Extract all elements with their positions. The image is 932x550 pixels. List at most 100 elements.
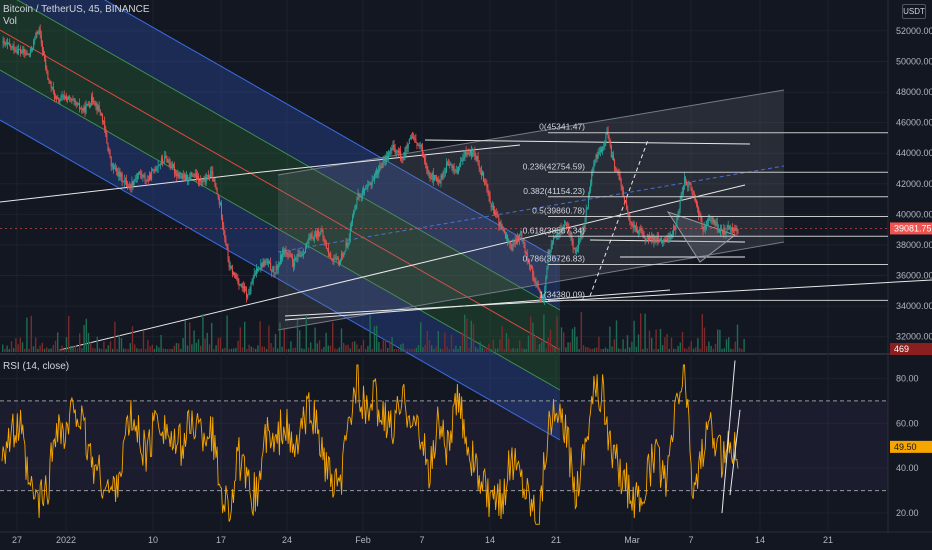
volume-bar	[215, 345, 217, 352]
candle-body	[150, 173, 152, 180]
candle-body	[13, 46, 15, 52]
candle-body	[474, 151, 476, 157]
candle-body	[712, 216, 714, 224]
volume-bar	[730, 348, 732, 352]
volume-bar	[631, 341, 633, 352]
candle-body	[412, 136, 414, 138]
volume-bar	[607, 348, 609, 352]
candle-body	[675, 226, 677, 230]
volume-bar	[123, 348, 125, 352]
volume-bar	[246, 348, 248, 352]
candle-body	[136, 174, 138, 179]
candle-body	[465, 150, 467, 155]
candle-body	[342, 253, 344, 258]
candle-body	[124, 179, 126, 181]
candle-body	[127, 185, 129, 187]
candle-body	[101, 113, 103, 122]
volume-bar	[112, 348, 114, 352]
candle-body	[456, 170, 458, 173]
volume-bar	[208, 344, 211, 352]
candle-body	[658, 238, 660, 240]
candle-body	[122, 181, 124, 183]
volume-bar	[191, 344, 193, 352]
candle-body	[298, 253, 300, 257]
candle-body	[534, 279, 536, 283]
volume-bar	[237, 340, 239, 352]
candle-body	[502, 229, 504, 231]
candle-body	[622, 190, 624, 198]
candle-body	[645, 238, 647, 240]
candle-body	[270, 262, 272, 270]
volume-bar	[32, 346, 35, 352]
candle-body	[472, 152, 474, 157]
volume-bar	[74, 345, 76, 352]
volume-bar	[664, 337, 666, 352]
volume-bar	[666, 334, 668, 352]
candle-body	[497, 214, 499, 218]
volume-bar	[197, 339, 200, 352]
candle-body	[288, 254, 290, 256]
candle-body	[620, 180, 622, 187]
candle-body	[301, 253, 303, 256]
candle-body	[341, 253, 343, 260]
volume-bar	[395, 348, 398, 352]
candle-body	[203, 178, 205, 181]
volume-bar	[677, 345, 679, 352]
volume-bar	[723, 348, 725, 352]
candle-body	[29, 48, 31, 56]
currency-button[interactable]: USDT	[902, 4, 926, 19]
candle-body	[404, 151, 406, 157]
candle-body	[104, 120, 106, 129]
candle-body	[662, 241, 664, 244]
price-tick-label: 32000.00	[896, 332, 932, 342]
candle-body	[151, 171, 153, 180]
candle-body	[522, 239, 524, 242]
volume-bar	[116, 348, 118, 352]
candle-body	[697, 204, 699, 209]
volume-bar	[142, 330, 145, 352]
volume-bar	[505, 333, 508, 352]
candle-body	[34, 38, 36, 41]
volume-bar	[151, 344, 153, 352]
volume-bar	[673, 348, 675, 352]
candle-body	[167, 160, 169, 163]
volume-bar	[512, 348, 514, 352]
candle-body	[45, 58, 47, 68]
candle-body	[98, 105, 100, 111]
candle-body	[35, 32, 37, 39]
volume-bar	[336, 348, 338, 352]
volume-bar	[701, 314, 703, 352]
candle-body	[71, 99, 73, 101]
candle-body	[257, 268, 259, 271]
candle-body	[725, 232, 727, 234]
candle-body	[519, 234, 521, 241]
candle-body	[311, 234, 313, 239]
volume-bar	[569, 342, 571, 352]
volume-bar	[178, 343, 180, 352]
candle-body	[171, 164, 173, 169]
volume-bar	[233, 348, 235, 352]
volume-bar	[43, 348, 46, 352]
volume-bar	[145, 348, 147, 352]
candle-body	[260, 263, 262, 269]
volume-bar	[538, 344, 541, 352]
candle-body	[250, 283, 252, 292]
volume-bar	[530, 316, 532, 352]
fib-level-label: 0.786(36726.83)	[523, 253, 586, 263]
volume-bar	[6, 345, 8, 352]
volume-bar	[587, 347, 589, 352]
fib-level-label: 0.5(39860.78)	[532, 206, 585, 216]
trading-chart[interactable]: 0(45341.47) 0.236(42754.59) 0.382(41154.23…	[0, 0, 932, 550]
candle-body	[411, 136, 412, 138]
candle-body	[156, 167, 158, 169]
candle-body	[33, 40, 35, 48]
candle-body	[674, 226, 676, 230]
candle-body	[246, 290, 248, 298]
volume-bar	[741, 348, 743, 352]
candle-body	[680, 193, 682, 201]
candle-body	[698, 208, 700, 216]
candle-body	[198, 175, 200, 182]
candle-body	[30, 48, 32, 50]
candle-body	[481, 171, 483, 176]
candle-body	[131, 181, 133, 188]
